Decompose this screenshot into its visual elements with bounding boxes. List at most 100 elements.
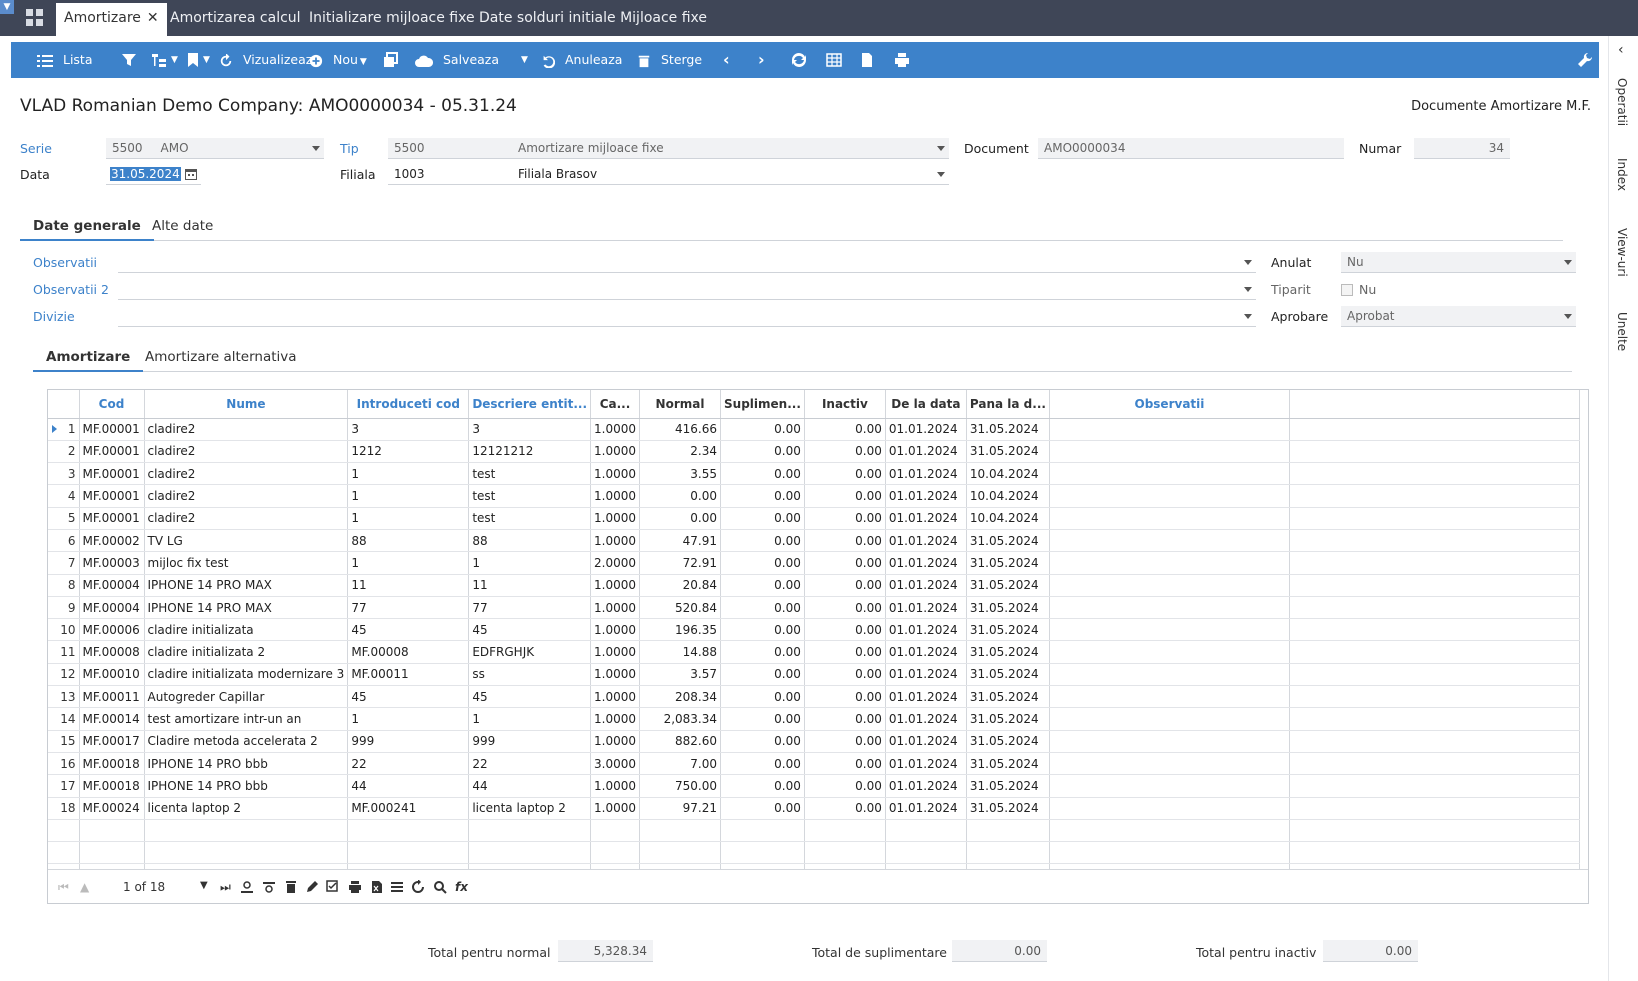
cell-rownum[interactable]: 16 xyxy=(48,752,80,776)
cell-suplimentar[interactable]: 0.00 xyxy=(720,529,805,553)
cell-rownum[interactable]: 4 xyxy=(48,484,80,508)
cell-normal[interactable]: 72.91 xyxy=(639,551,722,575)
cell-suplimentar[interactable]: 0.00 xyxy=(720,507,805,530)
table-row[interactable]: 4 MF.00001 cladire2 1 test 1.0000 0.00 0.00 0.00… xyxy=(48,484,1580,508)
document-icon[interactable] xyxy=(859,52,875,68)
cell-rownum[interactable]: 11 xyxy=(48,640,80,664)
cell-cod[interactable]: MF.00008 xyxy=(79,640,145,664)
cell-nume[interactable]: cladire2 xyxy=(144,418,349,441)
cell-rownum[interactable]: 2 xyxy=(48,440,80,464)
sync-icon[interactable] xyxy=(791,52,807,68)
cell-cantitate[interactable]: 1.0000 xyxy=(590,707,641,731)
cell-observatii[interactable] xyxy=(1049,685,1290,709)
cell-cod[interactable]: MF.00001 xyxy=(79,507,145,530)
cell-rownum[interactable]: 8 xyxy=(48,574,80,597)
table-row[interactable]: 13 MF.00011 Autogreder Capillar 45 45 1.0000 2… xyxy=(48,685,1580,709)
cell-inactiv[interactable]: 0.00 xyxy=(804,484,886,508)
cell-de-la-data[interactable]: 01.01.2024 xyxy=(885,529,967,553)
cell-nume[interactable]: IPHONE 14 PRO bbb xyxy=(144,752,349,776)
cell-descriere[interactable]: 12121212 xyxy=(468,440,592,464)
cell-nume[interactable]: cladire initializata xyxy=(144,618,349,642)
cell-cantitate[interactable]: 1.0000 xyxy=(590,640,641,664)
cell-nume[interactable]: cladire initializata 2 xyxy=(144,640,349,664)
cell-de-la-data[interactable]: 01.01.2024 xyxy=(885,507,967,530)
print-icon[interactable] xyxy=(348,880,362,894)
formula-icon[interactable]: fx xyxy=(455,880,468,894)
cell-cod[interactable]: MF.00018 xyxy=(79,752,145,776)
table-row[interactable]: 16 MF.00018 IPHONE 14 PRO bbb 22 22 3.0000 7.0… xyxy=(48,752,1580,776)
dropdown-caret-icon[interactable]: ▼ xyxy=(521,42,528,78)
divizie-label[interactable]: Divizie xyxy=(33,309,75,324)
cell-de-la-data[interactable]: 01.01.2024 xyxy=(885,663,967,687)
divizie-field[interactable] xyxy=(118,306,1256,327)
table-row[interactable]: 7 MF.00003 mijloc fix test 1 1 2.0000 72.91 0.0… xyxy=(48,551,1580,575)
export-excel-icon[interactable] xyxy=(370,880,384,894)
cell-cantitate[interactable]: 1.0000 xyxy=(590,440,641,464)
cell-cantitate[interactable]: 1.0000 xyxy=(590,529,641,553)
header-descriere[interactable]: Descriere entit... xyxy=(468,390,592,419)
table-row[interactable]: 10 MF.00006 cladire initializata 45 45 1.0000… xyxy=(48,618,1580,642)
cell-de-la-data[interactable]: 01.01.2024 xyxy=(885,574,967,597)
cell-normal[interactable]: 196.35 xyxy=(639,618,722,642)
cell-introduceti-cod[interactable]: 999 xyxy=(347,730,470,753)
cell-suplimentar[interactable]: 0.00 xyxy=(720,462,805,486)
cell-pana-la-data[interactable]: 31.05.2024 xyxy=(966,640,1050,664)
table-row[interactable]: 3 MF.00001 cladire2 1 test 1.0000 3.55 0.00 0.00… xyxy=(48,462,1580,486)
columns-icon[interactable] xyxy=(390,880,404,894)
header-suplimentar[interactable]: Suplimen... xyxy=(720,390,805,419)
page-dropdown-icon[interactable]: ▼ xyxy=(200,880,208,891)
cell-observatii[interactable] xyxy=(1049,663,1290,687)
cell-nume[interactable]: cladire2 xyxy=(144,507,349,530)
calendar-icon[interactable] xyxy=(185,168,197,180)
document-field[interactable]: AMO0000034 xyxy=(1038,138,1344,159)
cell-suplimentar[interactable]: 0.00 xyxy=(720,574,805,597)
cell-pana-la-data[interactable]: 31.05.2024 xyxy=(966,685,1050,709)
cell-inactiv[interactable]: 0.00 xyxy=(804,574,886,597)
cell-de-la-data[interactable]: 01.01.2024 xyxy=(885,440,967,464)
cell-cod[interactable]: MF.00010 xyxy=(79,663,145,687)
cell-cantitate[interactable]: 1.0000 xyxy=(590,797,641,820)
cell-normal[interactable]: 882.60 xyxy=(639,730,722,753)
table-row[interactable]: 1 MF.00001 cladire2 3 3 1.0000 416.66 0.00 0.00 0… xyxy=(48,418,1580,441)
bookmark-icon[interactable] xyxy=(185,52,201,68)
cell-cod[interactable]: MF.00001 xyxy=(79,462,145,486)
cell-descriere[interactable]: licenta laptop 2 xyxy=(468,797,592,820)
cell-cantitate[interactable]: 1.0000 xyxy=(590,418,641,441)
numar-field[interactable]: 34 xyxy=(1414,138,1510,159)
cell-de-la-data[interactable]: 01.01.2024 xyxy=(885,484,967,508)
tab-amortizare-grid[interactable]: Amortizare xyxy=(33,344,144,372)
cell-de-la-data[interactable]: 01.01.2024 xyxy=(885,640,967,664)
cell-pana-la-data[interactable]: 31.05.2024 xyxy=(966,618,1050,642)
cell-descriere[interactable]: test xyxy=(468,462,592,486)
page-indicator[interactable]: 1 of 18 xyxy=(123,880,165,894)
cell-normal[interactable]: 47.91 xyxy=(639,529,722,553)
header-pana-la-data[interactable]: Pana la d... xyxy=(966,390,1050,419)
cell-cantitate[interactable]: 1.0000 xyxy=(590,596,641,620)
grid-icon[interactable] xyxy=(826,52,842,68)
serie-field[interactable]: 5500 AMO xyxy=(106,138,324,159)
cell-rownum[interactable]: 17 xyxy=(48,774,80,798)
aprobare-select[interactable]: Aprobat xyxy=(1341,306,1576,327)
cell-introduceti-cod[interactable]: 1 xyxy=(347,707,470,731)
header-cantitate[interactable]: Ca... xyxy=(590,390,641,419)
tab-alte-date[interactable]: Alte date xyxy=(152,213,213,241)
cell-nume[interactable]: IPHONE 14 PRO MAX xyxy=(144,596,349,620)
tree-view-icon[interactable] xyxy=(151,52,167,68)
cell-normal[interactable]: 2.34 xyxy=(639,440,722,464)
header-normal[interactable]: Normal xyxy=(639,390,722,419)
cell-rownum[interactable]: 3 xyxy=(48,462,80,486)
cell-descriere[interactable]: test xyxy=(468,507,592,530)
cell-observatii[interactable] xyxy=(1049,462,1290,486)
cell-suplimentar[interactable]: 0.00 xyxy=(720,730,805,753)
cell-pana-la-data[interactable]: 31.05.2024 xyxy=(966,551,1050,575)
cell-nume[interactable]: Cladire metoda accelerata 2 xyxy=(144,730,349,753)
cell-de-la-data[interactable]: 01.01.2024 xyxy=(885,752,967,776)
cell-pana-la-data[interactable]: 31.05.2024 xyxy=(966,440,1050,464)
header-inactiv[interactable]: Inactiv xyxy=(804,390,886,419)
date-field[interactable]: 31.05.2024 xyxy=(106,164,201,185)
cell-pana-la-data[interactable]: 31.05.2024 xyxy=(966,529,1050,553)
rail-item-operatii[interactable]: Operatii xyxy=(1615,78,1629,126)
collapse-panel-icon[interactable]: ‹ xyxy=(1618,42,1624,58)
cell-pana-la-data[interactable]: 31.05.2024 xyxy=(966,730,1050,753)
tab-amortizarea-calcul[interactable]: Amortizarea calcul xyxy=(170,0,301,36)
